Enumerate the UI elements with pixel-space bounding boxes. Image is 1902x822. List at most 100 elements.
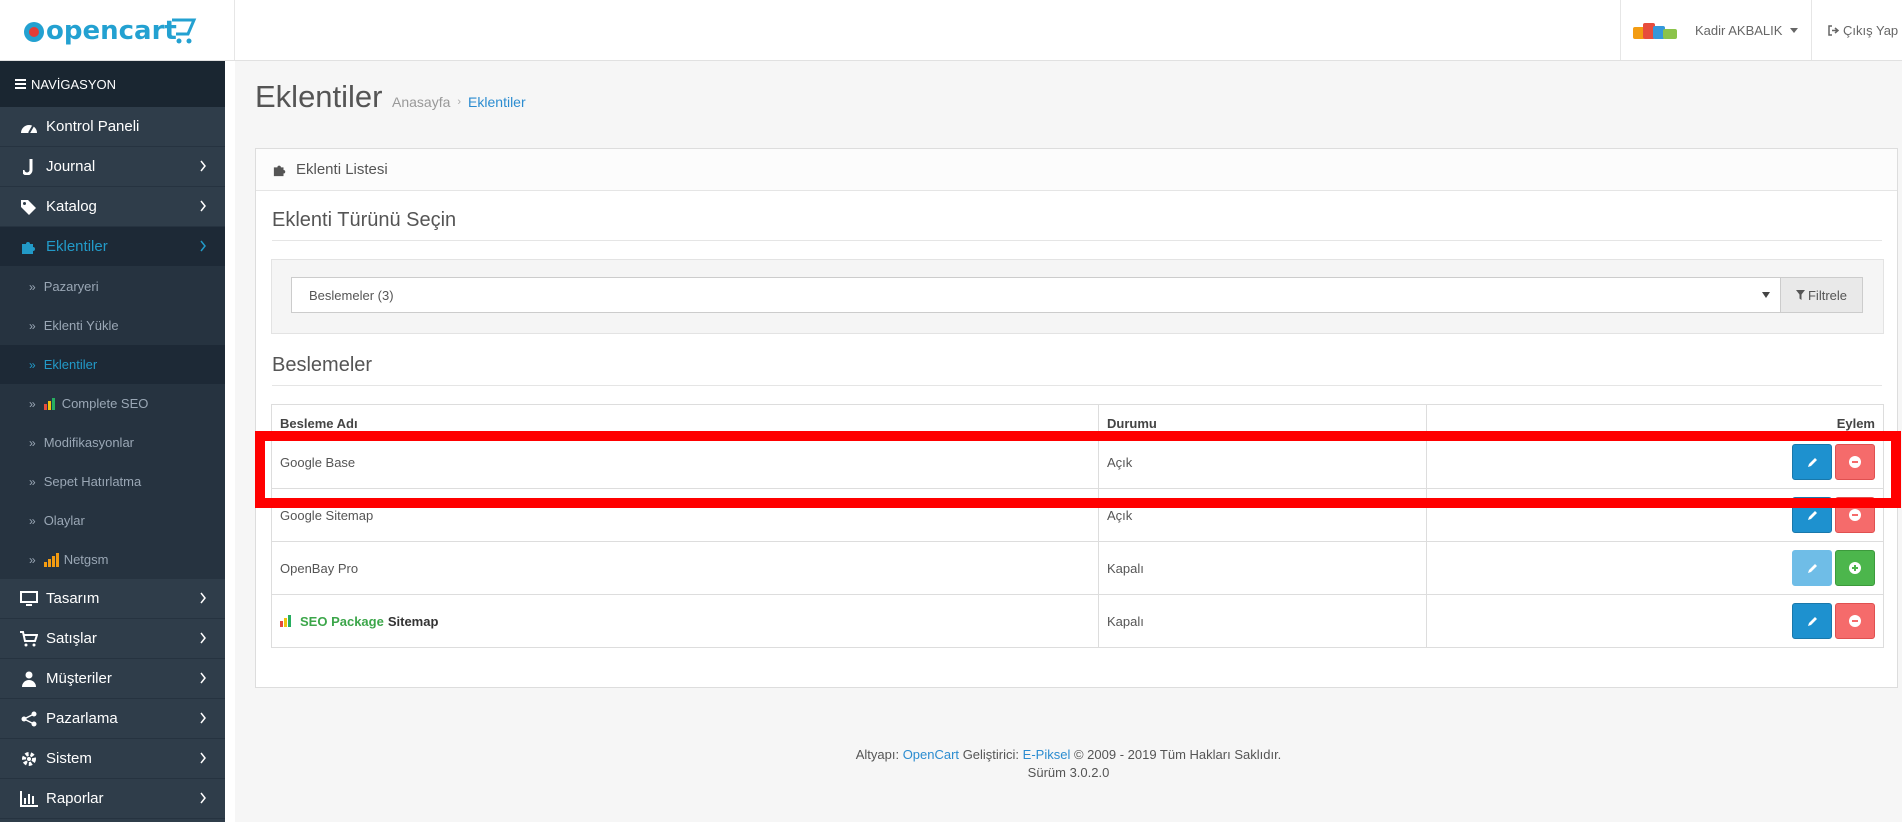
share-icon bbox=[20, 710, 38, 728]
action-cell bbox=[1426, 436, 1883, 488]
table-row: OpenBay Pro Kapalı bbox=[272, 541, 1883, 594]
sidebar-subitem-complete-seo[interactable]: » Complete SEO bbox=[0, 384, 225, 423]
subitem-label: Olaylar bbox=[43, 513, 85, 528]
sidebar-item-marketing[interactable]: Pazarlama bbox=[0, 699, 225, 739]
extensions-submenu: » Pazaryeri » Eklenti Yükle » Eklentiler… bbox=[0, 267, 225, 579]
sidebar-subitem-installer[interactable]: » Eklenti Yükle bbox=[0, 306, 225, 345]
filter-button[interactable]: Filtrele bbox=[1780, 277, 1863, 313]
sidebar-item-catalog[interactable]: Katalog bbox=[0, 187, 225, 227]
chevron-right-icon bbox=[200, 632, 206, 644]
sidebar-item-extensions[interactable]: Eklentiler bbox=[0, 227, 225, 267]
edit-button[interactable] bbox=[1792, 497, 1832, 533]
header-divider bbox=[234, 0, 235, 60]
footer-dev-label: Geliştirici: bbox=[962, 747, 1020, 762]
sidebar: NAVİGASYON Kontrol Paneli Journal Katalo… bbox=[0, 61, 225, 822]
cart-icon bbox=[20, 630, 38, 648]
subitem-label: Eklentiler bbox=[43, 357, 98, 372]
minus-circle-icon bbox=[1849, 456, 1861, 468]
footer-version: Sürüm 3.0.2.0 bbox=[1027, 765, 1110, 780]
uninstall-button[interactable] bbox=[1835, 444, 1875, 480]
opencart-logo[interactable]: opencart bbox=[22, 10, 222, 52]
minus-circle-icon bbox=[1849, 509, 1861, 521]
logout-link[interactable]: Çıkış Yap bbox=[1811, 0, 1902, 60]
table-row: SEO Package Sitemap Kapalı bbox=[272, 594, 1883, 647]
action-cell bbox=[1426, 489, 1883, 541]
subitem-label: Netgsm bbox=[63, 552, 109, 567]
sidebar-item-journal[interactable]: Journal bbox=[0, 147, 225, 187]
section-divider bbox=[272, 240, 1882, 241]
column-header-name[interactable]: Besleme Adı bbox=[272, 405, 1098, 435]
journal-icon bbox=[20, 158, 38, 176]
edit-button[interactable] bbox=[1792, 444, 1832, 480]
pencil-icon bbox=[1807, 563, 1817, 573]
puzzle-icon bbox=[273, 165, 286, 176]
sidebar-subitem-modifications[interactable]: » Modifikasyonlar bbox=[0, 423, 225, 462]
user-avatar-icon bbox=[1633, 23, 1677, 39]
sidebar-subitem-netgsm[interactable]: » Netgsm bbox=[0, 540, 225, 579]
sidebar-item-label: Katalog bbox=[46, 198, 97, 215]
sidebar-item-sales[interactable]: Satışlar bbox=[0, 619, 225, 659]
minus-circle-icon bbox=[1849, 615, 1861, 627]
sidebar-subitem-marketplace[interactable]: » Pazaryeri bbox=[0, 267, 225, 306]
pencil-icon bbox=[1807, 616, 1817, 626]
chevron-right-icon bbox=[200, 200, 206, 212]
sidebar-item-reports[interactable]: Raporlar bbox=[0, 779, 225, 819]
extension-type-select[interactable]: Beslemeler (3) bbox=[291, 277, 1781, 313]
edit-button[interactable] bbox=[1792, 603, 1832, 639]
sign-out-icon bbox=[1828, 24, 1839, 36]
action-cell bbox=[1426, 595, 1883, 647]
install-button[interactable] bbox=[1835, 550, 1875, 586]
subitem-label: Complete SEO bbox=[61, 396, 149, 411]
filter-label: Filtrele bbox=[1807, 287, 1847, 303]
sidebar-item-system[interactable]: Sistem bbox=[0, 739, 225, 779]
sidebar-subitem-events[interactable]: » Olaylar bbox=[0, 501, 225, 540]
choose-type-title: Eklenti Türünü Seçin bbox=[272, 209, 457, 231]
filter-icon bbox=[1795, 290, 1805, 300]
edit-button-disabled bbox=[1792, 550, 1832, 586]
uninstall-button[interactable] bbox=[1835, 497, 1875, 533]
breadcrumb-current[interactable]: Eklentiler bbox=[468, 94, 526, 110]
sidebar-edge bbox=[225, 61, 235, 822]
sitemap-label: Sitemap bbox=[387, 613, 439, 629]
uninstall-button[interactable] bbox=[1835, 603, 1875, 639]
epiksel-link[interactable]: E-Piksel bbox=[1023, 747, 1071, 762]
column-header-status[interactable]: Durumu bbox=[1098, 405, 1426, 435]
chevron-right-icon bbox=[200, 752, 206, 764]
top-header: opencart Kadir AKBALIK Çıkış Yap bbox=[0, 0, 1902, 61]
chevron-right-icon bbox=[200, 240, 206, 252]
plus-circle-icon bbox=[1849, 562, 1861, 574]
sidebar-subitem-cart-reminder[interactable]: » Sepet Hatırlatma bbox=[0, 462, 225, 501]
table-row: Google Sitemap Açık bbox=[272, 488, 1883, 541]
bars-icon bbox=[15, 79, 26, 89]
extension-list-panel: Eklenti Listesi Eklenti Türünü Seçin Bes… bbox=[255, 148, 1898, 688]
sidebar-item-label: Raporlar bbox=[46, 790, 104, 807]
opencart-link[interactable]: OpenCart bbox=[903, 747, 959, 762]
user-icon bbox=[20, 670, 38, 688]
sidebar-item-label: Müşteriler bbox=[46, 670, 112, 687]
bar-chart-icon bbox=[20, 790, 38, 808]
caret-down-icon bbox=[1790, 27, 1799, 33]
feed-name: SEO Package Sitemap bbox=[272, 595, 1098, 647]
sidebar-item-dashboard[interactable]: Kontrol Paneli bbox=[0, 107, 225, 147]
table-header-row: Besleme Adı Durumu Eylem bbox=[272, 405, 1883, 435]
sidebar-item-customers[interactable]: Müşteriler bbox=[0, 659, 225, 699]
pencil-icon bbox=[1807, 457, 1817, 467]
sidebar-item-label: Journal bbox=[46, 158, 96, 175]
double-chevron-icon: » bbox=[29, 318, 36, 333]
tags-icon bbox=[20, 198, 38, 216]
user-name: Kadir AKBALIK bbox=[1695, 22, 1783, 38]
double-chevron-icon: » bbox=[29, 435, 36, 450]
sidebar-subitem-extensions[interactable]: » Eklentiler bbox=[0, 345, 225, 384]
select-value: Beslemeler (3) bbox=[309, 287, 394, 303]
double-chevron-icon: » bbox=[29, 552, 36, 567]
breadcrumb-separator: › bbox=[457, 96, 462, 108]
user-menu[interactable]: Kadir AKBALIK bbox=[1620, 0, 1810, 60]
breadcrumb-home[interactable]: Anasayfa bbox=[392, 94, 450, 110]
signal-bars-icon bbox=[43, 552, 59, 567]
pencil-icon bbox=[1807, 510, 1817, 520]
select-arrow-icon bbox=[1762, 292, 1770, 298]
chevron-right-icon bbox=[200, 792, 206, 804]
double-chevron-icon: » bbox=[29, 279, 36, 294]
feed-name: OpenBay Pro bbox=[280, 560, 359, 576]
sidebar-item-design[interactable]: Tasarım bbox=[0, 579, 225, 619]
